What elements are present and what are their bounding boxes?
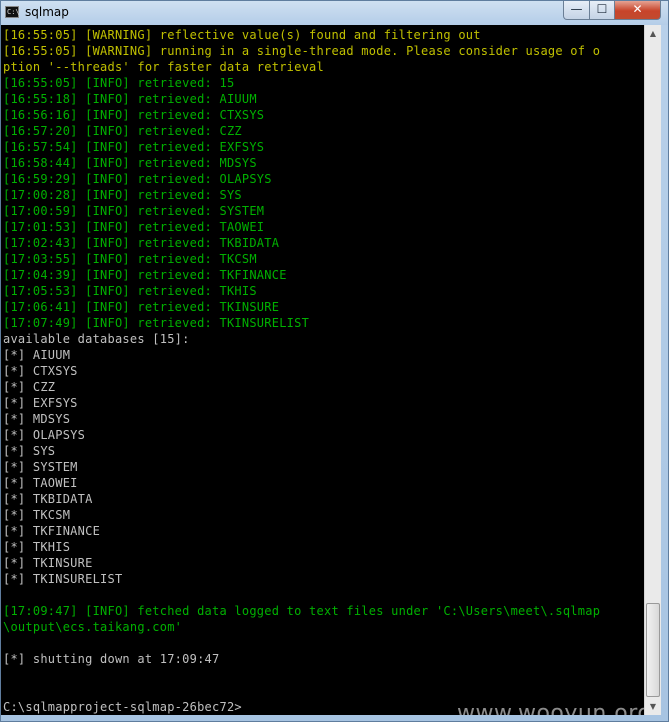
- console-line: [*] CTXSYS: [3, 364, 78, 378]
- console-line: [17:03:55] [INFO] retrieved: TKCSM: [3, 252, 257, 266]
- close-button[interactable]: ✕: [614, 1, 661, 20]
- console-line: [*] OLAPSYS: [3, 428, 86, 442]
- console-line: [16:55:05] [WARNING] running in a single…: [3, 44, 601, 58]
- console-line: [16:57:54] [INFO] retrieved: EXFSYS: [3, 140, 265, 154]
- console-output[interactable]: [16:55:05] [WARNING] reflective value(s)…: [1, 25, 644, 715]
- console-lines: [16:55:05] [WARNING] reflective value(s)…: [3, 27, 600, 715]
- minimize-button[interactable]: —: [563, 1, 590, 20]
- watermark: www.wooyun.org: [457, 701, 644, 715]
- console-line: [17:04:39] [INFO] retrieved: TKFINANCE: [3, 268, 287, 282]
- console-line: ption '--threads' for faster data retrie…: [3, 60, 324, 74]
- console-line: [*] EXFSYS: [3, 396, 78, 410]
- console-line: [16:58:44] [INFO] retrieved: MDSYS: [3, 156, 257, 170]
- scrollbar-thumb[interactable]: [646, 603, 660, 697]
- console-line: [*] TKINSURE: [3, 556, 93, 570]
- console-line: [17:00:59] [INFO] retrieved: SYSTEM: [3, 204, 265, 218]
- console-line: available databases [15]:: [3, 332, 190, 346]
- console-line: [17:01:53] [INFO] retrieved: TAOWEI: [3, 220, 265, 234]
- console-line: [17:09:47] [INFO] fetched data logged to…: [3, 604, 601, 618]
- window-title: sqlmap: [25, 5, 69, 19]
- console-line: [16:55:18] [INFO] retrieved: AIUUM: [3, 92, 257, 106]
- scroll-up-arrow-icon[interactable]: ▲: [645, 25, 661, 42]
- console-line: [*] TKCSM: [3, 508, 71, 522]
- console-line: [16:55:05] [WARNING] reflective value(s)…: [3, 28, 481, 42]
- console-line: [17:00:28] [INFO] retrieved: SYS: [3, 188, 242, 202]
- console-line: [16:57:20] [INFO] retrieved: CZZ: [3, 124, 242, 138]
- console-window: C:\ sqlmap — ☐ ✕ [16:55:05] [WARNING] re…: [0, 0, 669, 722]
- console-line: [17:06:41] [INFO] retrieved: TKINSURE: [3, 300, 280, 314]
- console-line: [16:55:05] [INFO] retrieved: 15: [3, 76, 235, 90]
- console-line: [*] AIUUM: [3, 348, 71, 362]
- console-line: [16:56:16] [INFO] retrieved: CTXSYS: [3, 108, 265, 122]
- console-line: [16:59:29] [INFO] retrieved: OLAPSYS: [3, 172, 272, 186]
- console-line: [*] MDSYS: [3, 412, 71, 426]
- console-line: [*] TKBIDATA: [3, 492, 93, 506]
- console-line: [*] TKFINANCE: [3, 524, 101, 538]
- console-line: [*] TKINSURELIST: [3, 572, 123, 586]
- console-line: [*] SYS: [3, 444, 56, 458]
- console-line: [*] CZZ: [3, 380, 56, 394]
- maximize-button[interactable]: ☐: [589, 1, 615, 20]
- console-line: [17:05:53] [INFO] retrieved: TKHIS: [3, 284, 257, 298]
- console-line: [*] TAOWEI: [3, 476, 78, 490]
- console-app-icon[interactable]: C:\: [5, 6, 20, 18]
- scroll-down-arrow-icon[interactable]: ▼: [645, 698, 661, 715]
- title-bar[interactable]: C:\ sqlmap — ☐ ✕: [1, 1, 668, 25]
- console-line: [*] SYSTEM: [3, 460, 78, 474]
- console-line: [*] TKHIS: [3, 540, 71, 554]
- console-line: [17:07:49] [INFO] retrieved: TKINSURELIS…: [3, 316, 310, 330]
- console-line: [17:02:43] [INFO] retrieved: TKBIDATA: [3, 236, 280, 250]
- console-line: \output\ecs.taikang.com': [3, 620, 183, 634]
- vertical-scrollbar[interactable]: ▲ ▼: [644, 25, 661, 715]
- console-line: [*] shutting down at 17:09:47: [3, 652, 220, 666]
